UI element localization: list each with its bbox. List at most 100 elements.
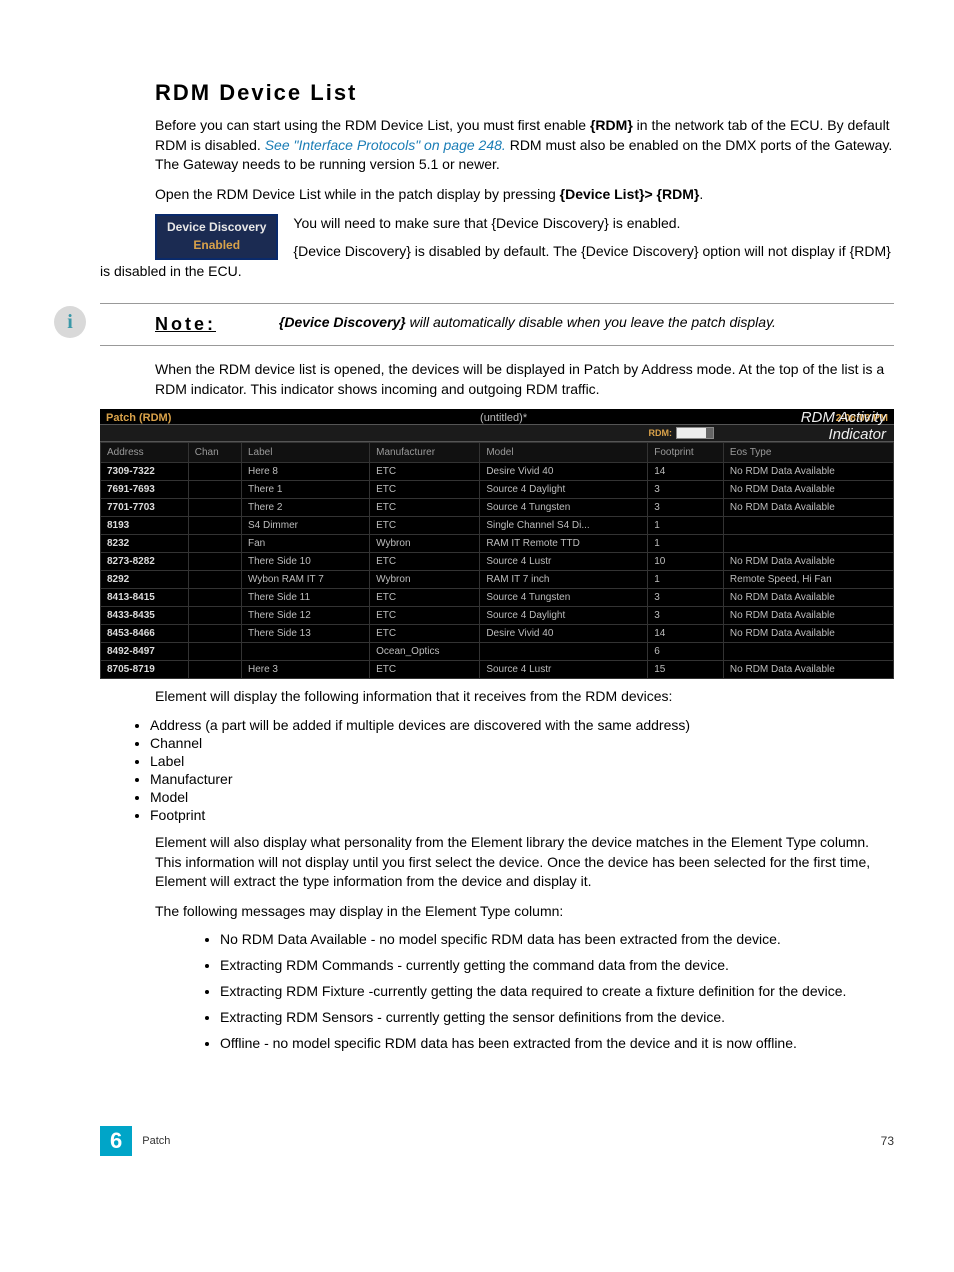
table-cell: ETC bbox=[370, 481, 480, 499]
rdm-indicator-label: RDM: bbox=[649, 428, 673, 438]
table-cell: 14 bbox=[648, 625, 724, 643]
info-list: Address (a part will be added if multipl… bbox=[110, 717, 894, 823]
table-cell bbox=[188, 643, 241, 661]
table-cell: 8193 bbox=[101, 517, 189, 535]
table-cell: Here 3 bbox=[241, 661, 369, 679]
table-cell: 3 bbox=[648, 607, 724, 625]
p1-pre: Before you can start using the RDM Devic… bbox=[155, 117, 590, 133]
chapter-name: Patch bbox=[142, 1135, 170, 1147]
table-cell: ETC bbox=[370, 625, 480, 643]
table-cell: 8453-8466 bbox=[101, 625, 189, 643]
list-item: Manufacturer bbox=[150, 771, 894, 787]
list-item: Model bbox=[150, 789, 894, 805]
intro-paragraph-2: Open the RDM Device List while in the pa… bbox=[155, 185, 894, 205]
paragraph-4: Element will display the following infor… bbox=[155, 687, 894, 707]
table-row: 7701-7703There 2ETCSource 4 Tungsten3No … bbox=[101, 499, 894, 517]
list-item: Extracting RDM Commands - currently gett… bbox=[220, 957, 894, 973]
p2-key: {Device List}> {RDM} bbox=[560, 186, 700, 202]
list-item: Channel bbox=[150, 735, 894, 751]
table-cell bbox=[188, 553, 241, 571]
table-cell bbox=[188, 661, 241, 679]
table-cell: 1 bbox=[648, 571, 724, 589]
rdm-indicator-meter bbox=[676, 427, 714, 439]
table-cell: ETC bbox=[370, 463, 480, 481]
p1-rdm-key: {RDM} bbox=[590, 117, 633, 133]
table-cell: Single Channel S4 Di... bbox=[480, 517, 648, 535]
table-cell: 7701-7703 bbox=[101, 499, 189, 517]
table-cell: ETC bbox=[370, 499, 480, 517]
table-cell: Remote Speed, Hi Fan bbox=[723, 571, 893, 589]
table-cell bbox=[188, 535, 241, 553]
callout-line2: Indicator bbox=[828, 426, 886, 443]
table-cell: 3 bbox=[648, 589, 724, 607]
table-cell: RAM IT Remote TTD bbox=[480, 535, 648, 553]
table-cell: There Side 11 bbox=[241, 589, 369, 607]
table-cell bbox=[188, 571, 241, 589]
message-list: No RDM Data Available - no model specifi… bbox=[180, 931, 894, 1051]
table-row: 8193S4 DimmerETCSingle Channel S4 Di...1 bbox=[101, 517, 894, 535]
table-cell: No RDM Data Available bbox=[723, 607, 893, 625]
list-item: Address (a part will be added if multipl… bbox=[150, 717, 894, 733]
list-item: Footprint bbox=[150, 807, 894, 823]
paragraph-5: Element will also display what personali… bbox=[155, 833, 894, 892]
column-header: Footprint bbox=[648, 443, 724, 463]
dd-l2a: {Device Discovery} bbox=[293, 243, 411, 259]
table-cell: Wybon RAM IT 7 bbox=[241, 571, 369, 589]
table-row: 8433-8435There Side 12ETCSource 4 Daylig… bbox=[101, 607, 894, 625]
table-cell: 8273-8282 bbox=[101, 553, 189, 571]
page-number: 73 bbox=[881, 1134, 894, 1148]
table-cell: ETC bbox=[370, 607, 480, 625]
table-row: 7691-7693There 1ETCSource 4 Daylight3No … bbox=[101, 481, 894, 499]
table-cell: There 2 bbox=[241, 499, 369, 517]
list-item: No RDM Data Available - no model specifi… bbox=[220, 931, 894, 947]
table-row: 7309-7322Here 8ETCDesire Vivid 4014No RD… bbox=[101, 463, 894, 481]
table-cell: 8433-8435 bbox=[101, 607, 189, 625]
column-header: Address bbox=[101, 443, 189, 463]
table-cell bbox=[188, 481, 241, 499]
table-cell: Desire Vivid 40 bbox=[480, 463, 648, 481]
chapter-number-badge: 6 bbox=[100, 1126, 132, 1156]
table-cell bbox=[188, 607, 241, 625]
section-title: RDM Device List bbox=[155, 80, 894, 106]
table-cell: 3 bbox=[648, 499, 724, 517]
device-discovery-box: Device Discovery Enabled bbox=[155, 214, 278, 260]
rdm-activity-callout: RDM Activity Indicator bbox=[801, 409, 886, 443]
table-row: 8232FanWybronRAM IT Remote TTD1 bbox=[101, 535, 894, 553]
table-cell: 7691-7693 bbox=[101, 481, 189, 499]
table-cell: Source 4 Daylight bbox=[480, 607, 648, 625]
dd-l2c: {Device Discovery} bbox=[581, 243, 699, 259]
note-body-text: will automatically disable when you leav… bbox=[406, 314, 776, 330]
list-item: Extracting RDM Sensors - currently getti… bbox=[220, 1009, 894, 1025]
table-row: 8453-8466There Side 13ETCDesire Vivid 40… bbox=[101, 625, 894, 643]
table-cell bbox=[723, 643, 893, 661]
table-cell bbox=[723, 535, 893, 553]
table-cell: 7309-7322 bbox=[101, 463, 189, 481]
table-cell bbox=[723, 517, 893, 535]
table-cell: Fan bbox=[241, 535, 369, 553]
column-header: Model bbox=[480, 443, 648, 463]
table-cell: 1 bbox=[648, 535, 724, 553]
table-cell: No RDM Data Available bbox=[723, 661, 893, 679]
note-body-key: {Device Discovery} bbox=[279, 314, 406, 330]
rdm-device-table: AddressChanLabelManufacturerModelFootpri… bbox=[100, 442, 894, 679]
paragraph-6: The following messages may display in th… bbox=[155, 902, 894, 922]
cross-reference-link[interactable]: See "Interface Protocols" on page 248. bbox=[265, 137, 506, 153]
file-title: (untitled)* bbox=[171, 412, 835, 424]
table-cell: 8292 bbox=[101, 571, 189, 589]
table-cell: Source 4 Tungsten bbox=[480, 499, 648, 517]
table-cell: 8492-8497 bbox=[101, 643, 189, 661]
page-footer: 6 Patch 73 bbox=[100, 1126, 894, 1156]
table-cell: No RDM Data Available bbox=[723, 625, 893, 643]
p2-post: . bbox=[699, 186, 703, 202]
device-discovery-title: Device Discovery bbox=[167, 220, 266, 234]
table-row: 8413-8415There Side 11ETCSource 4 Tungst… bbox=[101, 589, 894, 607]
table-cell: Desire Vivid 40 bbox=[480, 625, 648, 643]
intro-paragraph-1: Before you can start using the RDM Devic… bbox=[155, 116, 894, 175]
callout-line1: RDM Activity bbox=[801, 409, 886, 426]
table-cell: Ocean_Optics bbox=[370, 643, 480, 661]
table-cell bbox=[188, 517, 241, 535]
table-cell: Source 4 Tungsten bbox=[480, 589, 648, 607]
note-label: Note: bbox=[155, 314, 275, 335]
table-cell: 8705-8719 bbox=[101, 661, 189, 679]
dd-l2e: {RDM} bbox=[850, 243, 891, 259]
